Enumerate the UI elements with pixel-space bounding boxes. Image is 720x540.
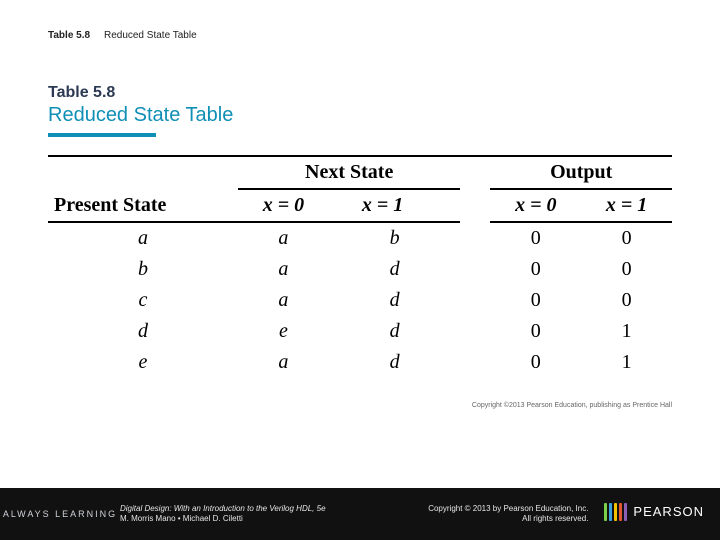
cell-ns-x1: b	[329, 222, 461, 254]
cell-ns-x0: e	[238, 316, 329, 347]
footer-rights: All rights reserved.	[366, 514, 588, 524]
cell-ns-x0: a	[238, 347, 329, 378]
header-gap	[460, 156, 490, 189]
header-row-sub: Present State x = 0 x = 1 x = 0 x = 1	[48, 189, 672, 222]
state-table: Next State Output Present State x = 0 x …	[48, 155, 672, 378]
header-output: Output	[490, 156, 672, 189]
header-out-x0: x = 0	[490, 189, 581, 222]
caption-spacer	[93, 30, 101, 41]
header-gap2	[460, 189, 490, 222]
cell-gap	[460, 347, 490, 378]
logo-bars	[604, 503, 627, 521]
caption-text: Reduced State Table	[104, 30, 197, 41]
footer-always-learning: ALWAYS LEARNING	[0, 509, 120, 519]
footer-copyright: Copyright © 2013 by Pearson Education, I…	[366, 504, 588, 514]
slide: Table 5.8 Reduced State Table Table 5.8 …	[0, 0, 720, 540]
footer-right: Copyright © 2013 by Pearson Education, I…	[366, 504, 596, 525]
logo-bar-5	[624, 503, 627, 521]
cell-ns-x1: d	[329, 254, 461, 285]
footer-book-title: Digital Design: With an Introduction to …	[120, 504, 366, 514]
cell-out-x1: 0	[581, 222, 672, 254]
cell-present-state: b	[48, 254, 238, 285]
cell-ns-x0: a	[238, 285, 329, 316]
caption-label: Table 5.8	[48, 30, 90, 41]
cell-present-state: e	[48, 347, 238, 378]
table-row: aab00	[48, 222, 672, 254]
logo-bar-4	[619, 503, 622, 521]
logo-bar-3	[614, 503, 617, 521]
cell-out-x0: 0	[490, 285, 581, 316]
header-ns-x1: x = 1	[329, 189, 461, 222]
logo-text: PEARSON	[633, 504, 704, 519]
cell-gap	[460, 316, 490, 347]
cell-out-x0: 0	[490, 254, 581, 285]
cell-out-x0: 0	[490, 347, 581, 378]
cell-out-x0: 0	[490, 316, 581, 347]
accent-bar	[48, 133, 156, 137]
header-ns-x1-text: x = 1	[362, 194, 403, 216]
table-row: ded01	[48, 316, 672, 347]
cell-ns-x0: a	[238, 222, 329, 254]
footer-authors: M. Morris Mano • Michael D. Ciletti	[120, 514, 366, 524]
cell-gap	[460, 222, 490, 254]
pearson-logo: PEARSON	[604, 503, 704, 521]
cell-present-state: d	[48, 316, 238, 347]
cell-gap	[460, 254, 490, 285]
header-ns-x0-text: x = 0	[263, 194, 304, 216]
slide-caption: Table 5.8 Reduced State Table	[48, 30, 197, 41]
cell-ns-x1: d	[329, 285, 461, 316]
cell-present-state: c	[48, 285, 238, 316]
cell-ns-x1: d	[329, 316, 461, 347]
figure-title: Reduced State Table	[48, 104, 672, 127]
figure-label: Table 5.8	[48, 84, 672, 102]
cell-present-state: a	[48, 222, 238, 254]
figure-heading: Table 5.8 Reduced State Table	[48, 84, 672, 137]
cell-out-x1: 1	[581, 316, 672, 347]
cell-out-x1: 0	[581, 285, 672, 316]
cell-ns-x0: a	[238, 254, 329, 285]
cell-out-x0: 0	[490, 222, 581, 254]
footer-logo: PEARSON	[596, 503, 720, 526]
header-row-groups: Next State Output	[48, 156, 672, 189]
logo-bar-1	[604, 503, 607, 521]
table-row: bad00	[48, 254, 672, 285]
header-blank	[48, 156, 238, 189]
table-row: ead01	[48, 347, 672, 378]
logo-bar-2	[609, 503, 612, 521]
header-ns-x0: x = 0	[238, 189, 329, 222]
table-body: aab00bad00cad00ded01ead01	[48, 222, 672, 378]
table-row: cad00	[48, 285, 672, 316]
header-next-state: Next State	[238, 156, 460, 189]
cell-out-x1: 0	[581, 254, 672, 285]
header-out-x1-text: x = 1	[606, 194, 647, 216]
header-present-state: Present State	[48, 189, 238, 222]
footer-bar: ALWAYS LEARNING Digital Design: With an …	[0, 488, 720, 540]
cell-out-x1: 1	[581, 347, 672, 378]
cell-gap	[460, 285, 490, 316]
figure-block: Table 5.8 Reduced State Table Next State…	[48, 84, 672, 409]
header-out-x0-text: x = 0	[515, 194, 556, 216]
cell-ns-x1: d	[329, 347, 461, 378]
figure-tiny-credit: Copyright ©2013 Pearson Education, publi…	[48, 402, 672, 409]
footer-center: Digital Design: With an Introduction to …	[120, 504, 366, 525]
header-out-x1: x = 1	[581, 189, 672, 222]
